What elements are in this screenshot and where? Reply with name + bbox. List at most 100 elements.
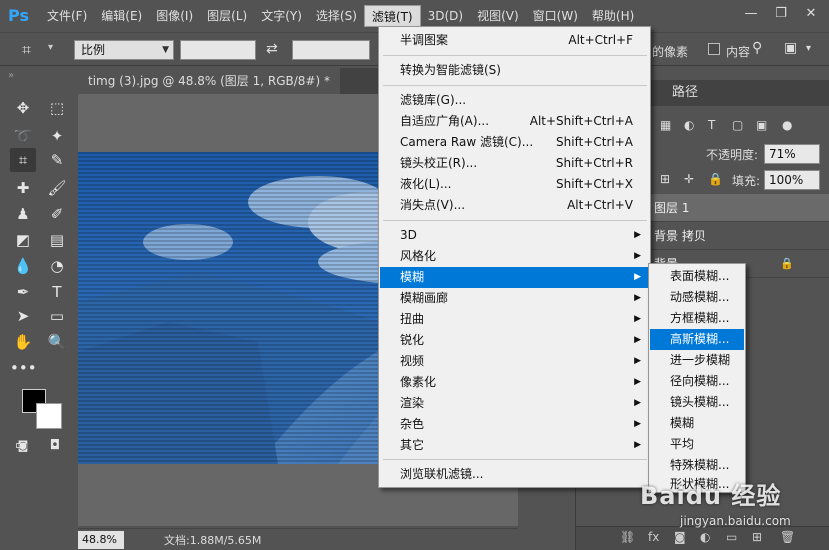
menu-filter[interactable]: 滤镜(T) xyxy=(363,5,421,27)
document-tab[interactable]: timg (3).jpg @ 48.8% (图层 1, RGB/8#) * xyxy=(78,68,340,94)
new-layer-icon[interactable]: ⊞ xyxy=(752,530,762,544)
menu-select[interactable]: 选择(S) xyxy=(309,5,364,27)
magic-wand-icon[interactable]: ✦ xyxy=(44,124,70,148)
minimize-button[interactable]: — xyxy=(736,2,766,26)
filter-menu-item[interactable]: 消失点(V)... Alt+Ctrl+V xyxy=(380,195,649,216)
filter-menu-item[interactable]: 渲染 ▶ xyxy=(380,393,649,414)
history-brush-icon[interactable]: ✐ xyxy=(44,202,70,226)
filter-menu-item[interactable]: 液化(L)... Shift+Ctrl+X xyxy=(380,174,649,195)
zoom-tool-icon[interactable]: 🔍 xyxy=(44,330,70,354)
lasso-tool-icon[interactable]: ➰ xyxy=(10,124,36,148)
blur-submenu-item[interactable]: 动感模糊... xyxy=(650,287,744,308)
adjustment-layer-icon[interactable]: ◐ xyxy=(700,530,710,544)
filter-menu-item[interactable]: 滤镜库(G)... xyxy=(380,90,649,111)
quick-mask-icon[interactable]: ◘ xyxy=(42,434,68,458)
blur-submenu-item[interactable]: 镜头模糊... xyxy=(650,392,744,413)
filter-menu-item[interactable]: 像素化 ▶ xyxy=(380,372,649,393)
screen-mode-icon[interactable]: ▭ xyxy=(8,434,34,458)
menu-layer[interactable]: 图层(L) xyxy=(200,5,254,27)
delete-layer-icon[interactable]: 🗑 xyxy=(780,530,795,544)
filter-menu-item[interactable]: Camera Raw 滤镜(C)... Shift+Ctrl+A xyxy=(380,132,649,153)
width-field[interactable] xyxy=(180,40,256,60)
pen-tool-icon[interactable]: ✒ xyxy=(10,280,36,304)
opacity-field[interactable]: 71% xyxy=(764,144,820,164)
gaussian-blur-item[interactable]: 高斯模糊... xyxy=(650,329,744,350)
lock-pixels-icon[interactable]: ⊞ xyxy=(660,172,674,186)
eraser-icon[interactable]: ◩ xyxy=(10,228,36,252)
workspace-icon[interactable]: ▣ xyxy=(784,40,797,56)
filter-menu-item[interactable]: 杂色 ▶ xyxy=(380,414,649,435)
search-icon[interactable]: ⚲ xyxy=(752,40,762,56)
blur-tool-icon[interactable]: 💧 xyxy=(10,254,36,278)
filter-shape-icon[interactable]: ▢ xyxy=(732,118,746,132)
gradient-icon[interactable]: ▤ xyxy=(44,228,70,252)
filter-menu-item[interactable]: 模糊画廊 ▶ xyxy=(380,288,649,309)
eyedropper-icon[interactable]: ✎ xyxy=(44,148,70,172)
crop-tool-icon[interactable]: ⌗ xyxy=(10,148,36,172)
content-aware-checkbox[interactable] xyxy=(708,43,720,55)
blur-submenu-item[interactable]: 进一步模糊 xyxy=(650,350,744,371)
filter-menu-item[interactable]: 自适应广角(A)... Alt+Shift+Ctrl+A xyxy=(380,111,649,132)
rectangle-tool-icon[interactable]: ▭ xyxy=(44,304,70,328)
brush-icon[interactable]: 🖌 xyxy=(44,176,70,200)
filter-menu-item[interactable]: 浏览联机滤镜... xyxy=(380,464,649,485)
filter-menu-item[interactable]: 镜头校正(R)... Shift+Ctrl+R xyxy=(380,153,649,174)
filter-menu-item[interactable]: 3D ▶ xyxy=(380,225,649,246)
blur-submenu-item[interactable]: 特殊模糊... xyxy=(650,455,744,476)
blur-submenu-item[interactable]: 表面模糊... xyxy=(650,266,744,287)
filter-menu-item[interactable]: 扭曲 ▶ xyxy=(380,309,649,330)
filter-menu-item[interactable]: 锐化 ▶ xyxy=(380,330,649,351)
filter-menu-item[interactable]: 半调图案 Alt+Ctrl+F xyxy=(380,30,649,51)
filter-menu-item[interactable]: 其它 ▶ xyxy=(380,435,649,456)
menu-window[interactable]: 窗口(W) xyxy=(526,5,585,27)
menu-file[interactable]: 文件(F) xyxy=(40,5,94,27)
path-selection-icon[interactable]: ➤ xyxy=(10,304,36,328)
chevron-down-icon[interactable]: ▾ xyxy=(48,42,53,53)
filter-type-icon[interactable]: T xyxy=(708,118,722,132)
filter-toggle-icon[interactable]: ● xyxy=(782,118,796,132)
tab-paths[interactable]: 路径 xyxy=(662,80,708,106)
move-tool-icon[interactable]: ✥ xyxy=(10,96,36,120)
blur-submenu-item[interactable]: 径向模糊... xyxy=(650,371,744,392)
healing-brush-icon[interactable]: ✚ xyxy=(10,176,36,200)
fill-field[interactable]: 100% xyxy=(764,170,820,190)
marquee-tool-icon[interactable]: ⬚ xyxy=(44,96,70,120)
filter-menu-item[interactable]: 风格化 ▶ xyxy=(380,246,649,267)
chevron-down-icon[interactable]: ▾ xyxy=(806,43,811,54)
type-tool-icon[interactable]: T xyxy=(44,280,70,304)
ratio-select[interactable]: 比例 ▼ xyxy=(74,40,174,60)
menu-edit[interactable]: 编辑(E) xyxy=(94,5,149,27)
close-button[interactable]: ✕ xyxy=(796,2,826,26)
filter-smart-icon[interactable]: ▣ xyxy=(756,118,770,132)
menu-item-label: 镜头模糊... xyxy=(670,395,730,409)
new-group-icon[interactable]: ▭ xyxy=(726,530,737,544)
filter-adjust-icon[interactable]: ◐ xyxy=(684,118,698,132)
blur-submenu-item[interactable]: 方框模糊... xyxy=(650,308,744,329)
menu-help[interactable]: 帮助(H) xyxy=(585,5,641,27)
restore-button[interactable]: ❐ xyxy=(766,2,796,26)
swap-icon[interactable]: ⇄ xyxy=(266,41,278,57)
more-tools-icon[interactable]: ••• xyxy=(10,356,37,380)
dodge-tool-icon[interactable]: ◔ xyxy=(44,254,70,278)
menu-3d[interactable]: 3D(D) xyxy=(421,5,470,27)
zoom-field[interactable]: 48.8% xyxy=(78,531,124,549)
link-layers-icon[interactable]: ⛓ xyxy=(620,530,635,544)
filter-image-icon[interactable]: ▦ xyxy=(660,118,674,132)
fx-button[interactable]: fx xyxy=(648,530,659,544)
filter-menu-item[interactable]: 视频 ▶ xyxy=(380,351,649,372)
menu-type[interactable]: 文字(Y) xyxy=(254,5,309,27)
background-color-swatch[interactable] xyxy=(36,403,62,429)
height-field[interactable] xyxy=(292,40,370,60)
crop-icon[interactable]: ⌗ xyxy=(22,40,44,60)
lock-position-icon[interactable]: ✛ xyxy=(684,172,698,186)
add-mask-icon[interactable]: ◙ xyxy=(674,530,686,544)
menu-image[interactable]: 图像(I) xyxy=(149,5,200,27)
lock-all-icon[interactable]: 🔒 xyxy=(708,172,723,186)
hand-tool-icon[interactable]: ✋ xyxy=(10,330,36,354)
menu-view[interactable]: 视图(V) xyxy=(470,5,526,27)
blur-submenu-item[interactable]: 平均 xyxy=(650,434,744,455)
filter-menu-item-blur[interactable]: 模糊 ▶ xyxy=(380,267,649,288)
blur-submenu-item[interactable]: 模糊 xyxy=(650,413,744,434)
clone-stamp-icon[interactable]: ♟ xyxy=(10,202,36,226)
filter-menu-item[interactable]: 转换为智能滤镜(S) xyxy=(380,60,649,81)
